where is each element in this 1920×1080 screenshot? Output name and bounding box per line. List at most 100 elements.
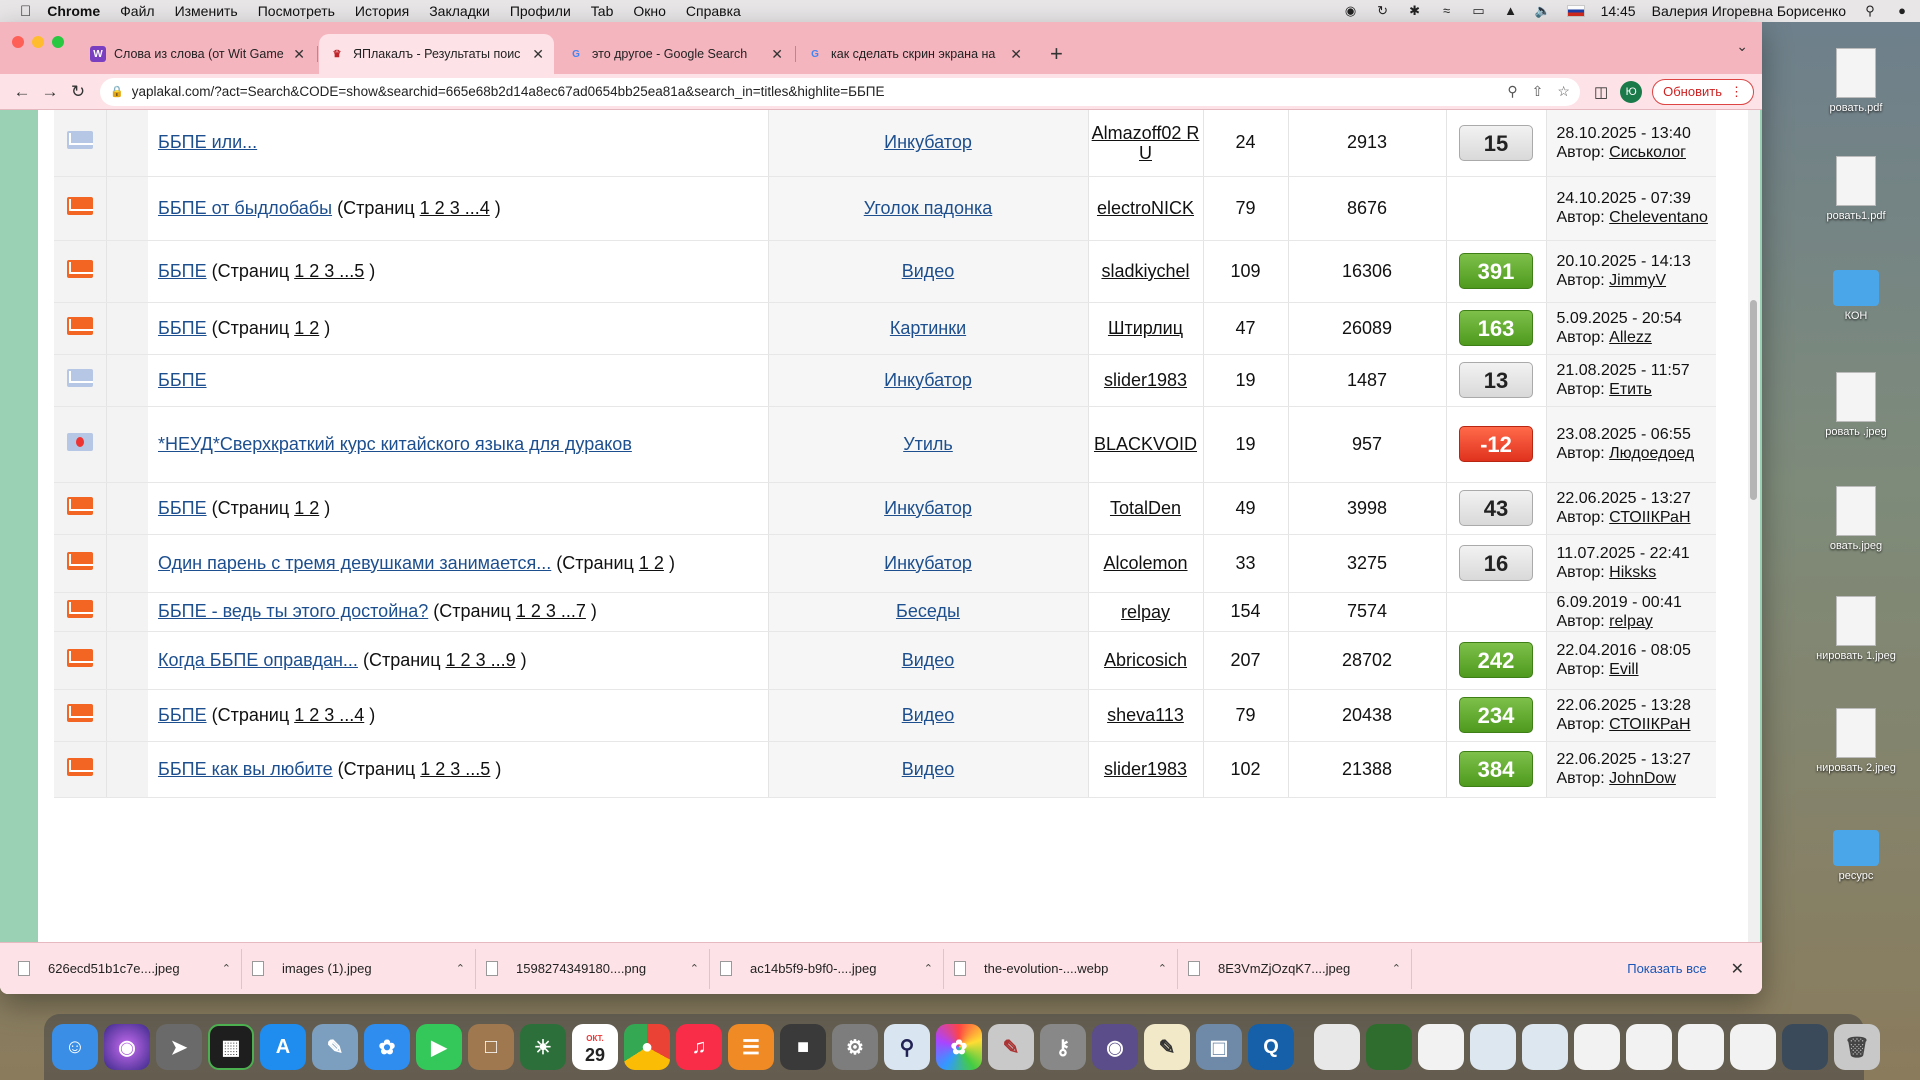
last-post-author-link[interactable]: Hiksks — [1609, 564, 1656, 581]
topic-author-link[interactable]: TotalDen — [1110, 498, 1181, 518]
forum-link[interactable]: Инкубатор — [884, 132, 972, 152]
last-post-author-link[interactable]: Сиськолог — [1609, 144, 1686, 161]
close-window-icon[interactable] — [12, 36, 24, 48]
close-tab-icon[interactable]: ✕ — [293, 46, 305, 63]
forum-link[interactable]: Утиль — [903, 434, 953, 454]
safari-icon[interactable]: ✿ — [364, 1024, 410, 1070]
document-stack-icon[interactable] — [1470, 1024, 1516, 1070]
finder-icon[interactable]: ☺ — [52, 1024, 98, 1070]
desktop-folder[interactable]: КОН — [1806, 270, 1906, 322]
document-stack-icon[interactable] — [1574, 1024, 1620, 1070]
topic-title-link[interactable]: ББПЕ — [158, 261, 207, 281]
download-item[interactable]: images (1).jpeg ⌃ — [242, 948, 476, 989]
topic-title-link[interactable]: ББПЕ - ведь ты этого достойна? — [158, 601, 428, 621]
close-tab-icon[interactable]: ✕ — [532, 46, 544, 63]
topic-title-link[interactable]: ББПЕ или... — [158, 132, 257, 152]
download-item[interactable]: 1598274349180....png ⌃ — [476, 948, 710, 989]
photo-app-icon[interactable]: ■ — [780, 1024, 826, 1070]
forum-link[interactable]: Видео — [902, 261, 955, 281]
forum-link[interactable]: Видео — [902, 650, 955, 670]
menu-window[interactable]: Окно — [633, 3, 666, 19]
reload-icon[interactable]: ↻ — [64, 82, 92, 102]
pages-links[interactable]: 1 2 3 ...9 — [446, 650, 516, 670]
forum-link[interactable]: Картинки — [890, 318, 966, 338]
forum-link[interactable]: Инкубатор — [884, 553, 972, 573]
tab-google-screenshot[interactable]: G как сделать скрин экрана на ✕ — [797, 34, 1032, 74]
side-panel-icon[interactable]: ◫ — [1594, 83, 1608, 101]
download-item[interactable]: the-evolution-....webp ⌃ — [944, 948, 1178, 989]
last-post-author-link[interactable]: Allezz — [1609, 329, 1652, 346]
topic-author-link[interactable]: sladkiychel — [1101, 261, 1189, 281]
pages-links[interactable]: 1 2 3 ...5 — [294, 261, 364, 281]
chevron-up-icon[interactable]: ⌃ — [690, 962, 699, 975]
last-post-author-link[interactable]: JimmyV — [1609, 272, 1666, 289]
download-item[interactable]: 626ecd51b1c7e....jpeg ⌃ — [8, 948, 242, 989]
maps-icon[interactable]: ⚲ — [884, 1024, 930, 1070]
chevron-up-icon[interactable]: ⌃ — [1392, 962, 1401, 975]
last-post-author-link[interactable]: СТОIIКРаН — [1609, 716, 1690, 733]
facetime-icon[interactable]: ▶ — [416, 1024, 462, 1070]
chevron-up-icon[interactable]: ⌃ — [456, 962, 465, 975]
topic-author-link[interactable]: Almazoff02 RU — [1092, 123, 1200, 163]
quicktime-icon[interactable]: Q — [1248, 1024, 1294, 1070]
pages-links[interactable]: 1 2 3 ...4 — [420, 198, 490, 218]
topic-title-link[interactable]: ББПЕ как вы любите — [158, 759, 333, 779]
menu-bookmarks[interactable]: Закладки — [429, 3, 490, 19]
menu-edit[interactable]: Изменить — [175, 3, 238, 19]
photo-booth-icon[interactable]: ☀ — [520, 1024, 566, 1070]
site-info-lock-icon[interactable]: 🔒 — [110, 85, 124, 98]
topic-author-link[interactable]: relpay — [1121, 602, 1170, 622]
chrome-icon[interactable]: ● — [624, 1024, 670, 1070]
status-app-icon[interactable]: ◉ — [1343, 4, 1359, 18]
topic-author-link[interactable]: Abricosich — [1104, 650, 1187, 670]
kebab-menu-icon[interactable]: ⋮ — [1730, 84, 1743, 100]
minimize-window-icon[interactable] — [32, 36, 44, 48]
document-stack-icon[interactable] — [1626, 1024, 1672, 1070]
screenshot-icon[interactable]: ▣ — [1196, 1024, 1242, 1070]
time-machine-icon[interactable]: ↻ — [1375, 4, 1391, 18]
menubar-user-name[interactable]: Валерия Игоревна Борисенко — [1652, 3, 1846, 19]
show-all-downloads-link[interactable]: Показать все — [1627, 961, 1706, 976]
topic-title-link[interactable]: ББПЕ — [158, 498, 207, 518]
pages-links[interactable]: 1 2 — [294, 318, 319, 338]
topic-author-link[interactable]: slider1983 — [1104, 759, 1187, 779]
desktop-file[interactable]: ровать1.pdf — [1806, 156, 1906, 222]
photos-icon[interactable]: ✿ — [936, 1024, 982, 1070]
topic-author-link[interactable]: Штирлиц — [1108, 318, 1183, 338]
menu-view[interactable]: Посмотреть — [258, 3, 335, 19]
forum-link[interactable]: Инкубатор — [884, 370, 972, 390]
downloads-stack-icon[interactable] — [1366, 1024, 1412, 1070]
textedit-icon[interactable]: ✎ — [1144, 1024, 1190, 1070]
chevron-up-icon[interactable]: ⌃ — [1158, 962, 1167, 975]
close-downloads-icon[interactable]: ✕ — [1731, 959, 1744, 979]
scrollbar-thumb[interactable] — [1750, 300, 1757, 500]
menu-file[interactable]: Файл — [120, 3, 154, 19]
chevron-up-icon[interactable]: ⌃ — [222, 962, 231, 975]
last-post-author-link[interactable]: Evill — [1609, 661, 1638, 678]
app-store-icon[interactable]: A — [260, 1024, 306, 1070]
close-tab-icon[interactable]: ✕ — [771, 46, 783, 63]
topic-author-link[interactable]: BLACKVOID — [1094, 434, 1197, 454]
last-post-author-link[interactable]: СТОIIКРаН — [1609, 509, 1690, 526]
tab-google-search[interactable]: G это другое - Google Search ✕ — [558, 34, 796, 74]
topic-title-link[interactable]: ББПЕ — [158, 370, 207, 390]
forum-link[interactable]: Инкубатор — [884, 498, 972, 518]
desktop-file[interactable]: нировать 1.jpeg — [1806, 596, 1906, 662]
wifi-icon[interactable]: ≈ — [1439, 4, 1455, 18]
back-arrow-icon[interactable]: ← — [8, 82, 36, 102]
close-tab-icon[interactable]: ✕ — [1010, 46, 1022, 63]
address-url[interactable]: yaplakal.com/?act=Search&CODE=show&searc… — [132, 84, 1494, 99]
pages-links[interactable]: 1 2 — [639, 553, 664, 573]
address-bar[interactable]: 🔒 yaplakal.com/?act=Search&CODE=show&sea… — [100, 77, 1580, 106]
topic-title-link[interactable]: ББПЕ от быдлобабы — [158, 198, 332, 218]
topic-title-link[interactable]: Когда ББПЕ оправдан... — [158, 650, 358, 670]
launchpad-icon[interactable]: ➤ — [156, 1024, 202, 1070]
chevron-up-icon[interactable]: ⌃ — [924, 962, 933, 975]
zoom-icon[interactable]: ⚲ — [1507, 83, 1517, 100]
trash-icon[interactable]: 🗑 — [1834, 1024, 1880, 1070]
apple-menu-icon[interactable]:  — [20, 3, 31, 20]
forward-arrow-icon[interactable]: → — [36, 82, 64, 102]
page-scrollbar[interactable] — [1748, 110, 1760, 942]
activity-monitor-icon[interactable]: ▦ — [208, 1024, 254, 1070]
document-stack-icon[interactable] — [1730, 1024, 1776, 1070]
